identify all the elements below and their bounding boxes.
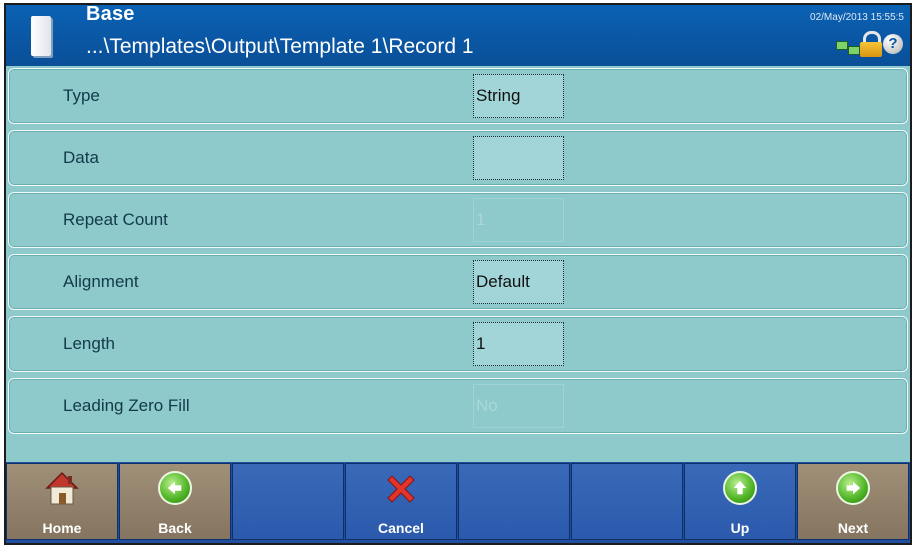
type-field[interactable]: String <box>473 74 564 118</box>
breadcrumb: ...\Templates\Output\Template 1\Record 1 <box>86 35 474 58</box>
softkey-empty-2 <box>458 463 570 540</box>
document-icon <box>31 16 51 56</box>
row-length[interactable]: Length 1 <box>8 316 908 372</box>
repeat-count-field: 1 <box>473 198 564 242</box>
row-label-length: Length <box>63 334 115 353</box>
page-title: Base <box>86 3 135 25</box>
datetime-display: 02/May/2013 15:55:5 <box>810 12 904 23</box>
length-field[interactable]: 1 <box>473 322 564 366</box>
main-screen: Base ...\Templates\Output\Template 1\Rec… <box>4 3 912 545</box>
row-alignment[interactable]: Alignment Default <box>8 254 908 310</box>
next-label: Next <box>837 520 869 536</box>
leading-zero-fill-field: No <box>473 384 564 428</box>
home-label: Home <box>42 520 82 536</box>
next-arrow-icon <box>836 471 870 505</box>
row-leading-zero-fill: Leading Zero Fill No <box>8 378 908 434</box>
row-label-leading-zero-fill: Leading Zero Fill <box>63 396 190 415</box>
back-arrow-icon <box>158 471 192 505</box>
row-label-type: Type <box>63 86 100 105</box>
network-icon <box>836 41 860 55</box>
softkey-empty-1 <box>232 463 344 540</box>
data-field[interactable] <box>473 136 564 180</box>
help-icon[interactable]: ? <box>883 34 903 54</box>
cancel-x-icon <box>383 471 419 512</box>
up-button[interactable]: Up <box>684 463 796 540</box>
row-repeat-count: Repeat Count 1 <box>8 192 908 248</box>
up-arrow-icon <box>723 471 757 505</box>
softkey-bar: Home Back Cancel Up Next <box>6 462 910 543</box>
home-button[interactable]: Home <box>6 463 118 540</box>
up-label: Up <box>730 520 750 536</box>
alignment-field[interactable]: Default <box>473 260 564 304</box>
row-label-alignment: Alignment <box>63 272 139 291</box>
status-icons: ? <box>836 31 904 59</box>
back-label: Back <box>158 520 192 536</box>
cancel-button[interactable]: Cancel <box>345 463 457 540</box>
back-button[interactable]: Back <box>119 463 231 540</box>
cancel-label: Cancel <box>378 520 424 536</box>
row-type[interactable]: Type String <box>8 68 908 124</box>
softkey-empty-3 <box>571 463 683 540</box>
header-bar: Base ...\Templates\Output\Template 1\Rec… <box>6 5 910 66</box>
row-label-repeat-count: Repeat Count <box>63 210 168 229</box>
row-data[interactable]: Data <box>8 130 908 186</box>
lock-icon[interactable] <box>860 31 882 57</box>
next-button[interactable]: Next <box>797 463 909 540</box>
row-label-data: Data <box>63 148 99 167</box>
home-icon <box>45 471 79 512</box>
